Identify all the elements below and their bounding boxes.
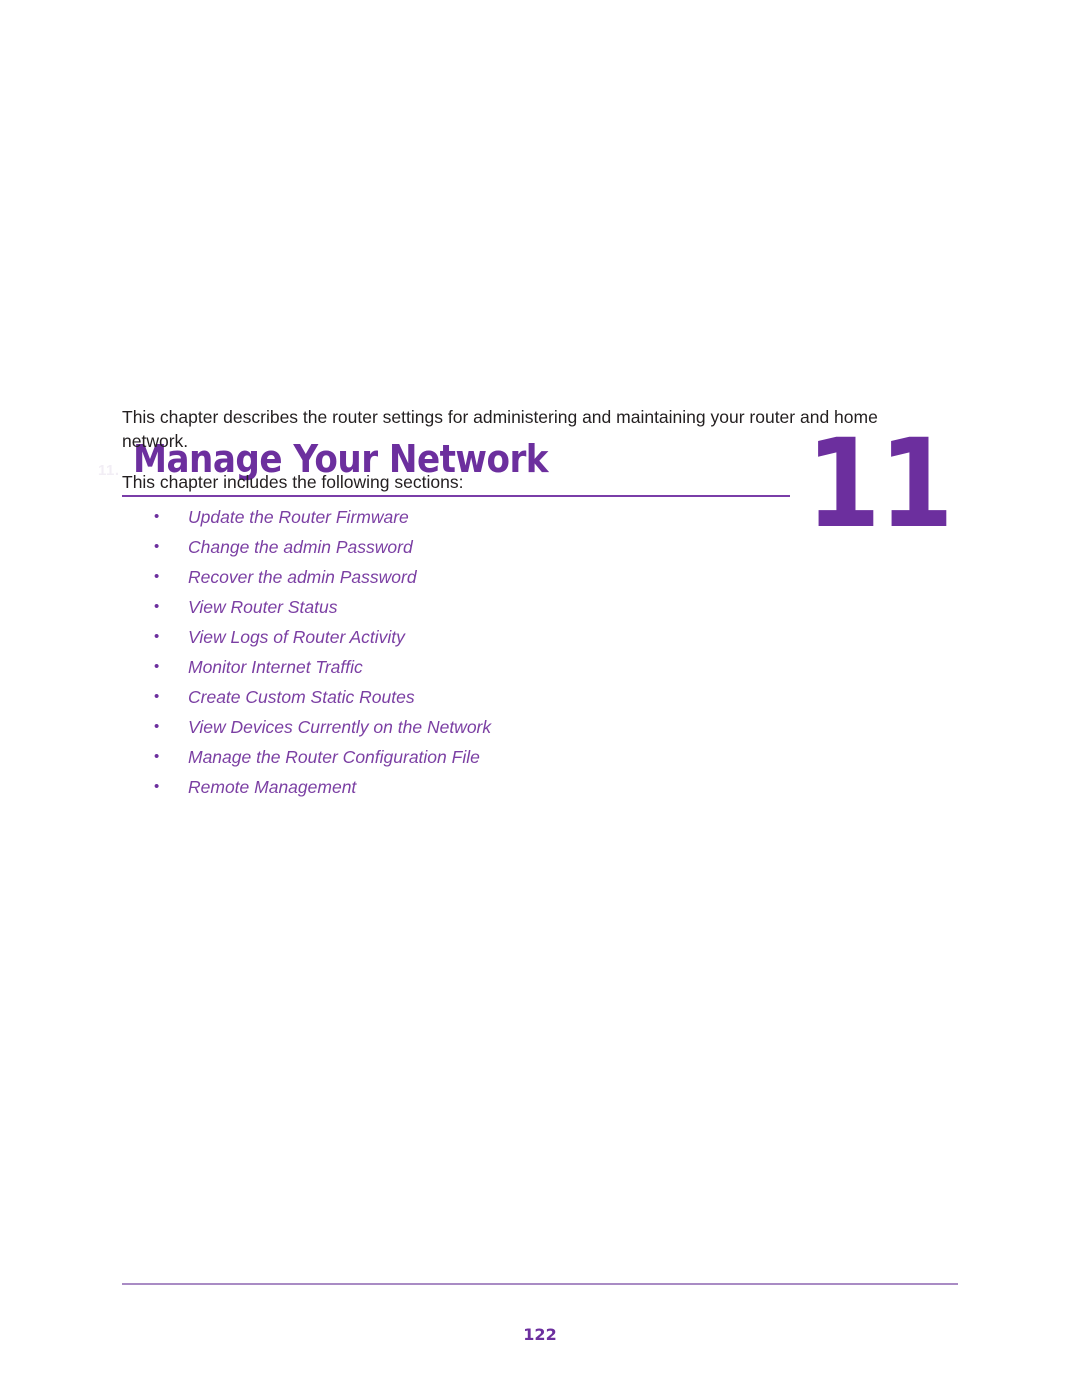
section-link-label[interactable]: View Devices Currently on the Network bbox=[188, 717, 491, 737]
title-divider bbox=[122, 495, 790, 497]
section-link-item[interactable]: • View Logs of Router Activity bbox=[122, 622, 822, 652]
page-number: 122 bbox=[523, 1325, 557, 1344]
document-page: 11. Manage Your Network 11 This chapter … bbox=[0, 0, 1080, 1397]
bullet-icon: • bbox=[154, 718, 160, 735]
section-link-item[interactable]: • Remote Management bbox=[122, 772, 822, 802]
section-link-label[interactable]: View Router Status bbox=[188, 597, 337, 617]
footer-divider bbox=[122, 1283, 958, 1285]
bullet-icon: • bbox=[154, 778, 160, 795]
section-link-item[interactable]: • Manage the Router Configuration File bbox=[122, 742, 822, 772]
intro-paragraph-2: This chapter includes the following sect… bbox=[122, 472, 464, 492]
bullet-icon: • bbox=[154, 538, 160, 555]
section-link-label[interactable]: Change the admin Password bbox=[188, 537, 413, 557]
section-link-item[interactable]: • Recover the admin Password bbox=[122, 562, 822, 592]
section-link-label[interactable]: Manage the Router Configuration File bbox=[188, 747, 480, 767]
section-link-item[interactable]: • View Router Status bbox=[122, 592, 822, 622]
section-link-list: • Update the Router Firmware • Change the a… bbox=[122, 502, 822, 802]
bullet-icon: • bbox=[154, 568, 160, 585]
section-link-label[interactable]: Update the Router Firmware bbox=[188, 507, 409, 527]
bullet-icon: • bbox=[154, 688, 160, 705]
section-link-label[interactable]: Remote Management bbox=[188, 777, 356, 797]
bullet-icon: • bbox=[154, 628, 160, 645]
section-link-item[interactable]: • Change the admin Password bbox=[122, 532, 822, 562]
section-link-label[interactable]: View Logs of Router Activity bbox=[188, 627, 405, 647]
chapter-header: 11. Manage Your Network 11 bbox=[0, 210, 1080, 545]
section-link-item[interactable]: • View Devices Currently on the Network bbox=[122, 712, 822, 742]
section-link-item[interactable]: • Update the Router Firmware bbox=[122, 502, 822, 532]
section-link-label[interactable]: Recover the admin Password bbox=[188, 567, 417, 587]
section-link-label[interactable]: Create Custom Static Routes bbox=[188, 687, 415, 707]
section-link-label[interactable]: Monitor Internet Traffic bbox=[188, 657, 363, 677]
section-link-item[interactable]: • Monitor Internet Traffic bbox=[122, 652, 822, 682]
ghost-chapter-marker: 11. bbox=[98, 462, 120, 479]
bullet-icon: • bbox=[154, 508, 160, 525]
intro-text: This chapter describes the router settin… bbox=[122, 405, 922, 494]
section-link-item[interactable]: • Create Custom Static Routes bbox=[122, 682, 822, 712]
bullet-icon: • bbox=[154, 598, 160, 615]
bullet-icon: • bbox=[154, 748, 160, 765]
intro-paragraph-1: This chapter describes the router settin… bbox=[122, 407, 878, 451]
bullet-icon: • bbox=[154, 658, 160, 675]
